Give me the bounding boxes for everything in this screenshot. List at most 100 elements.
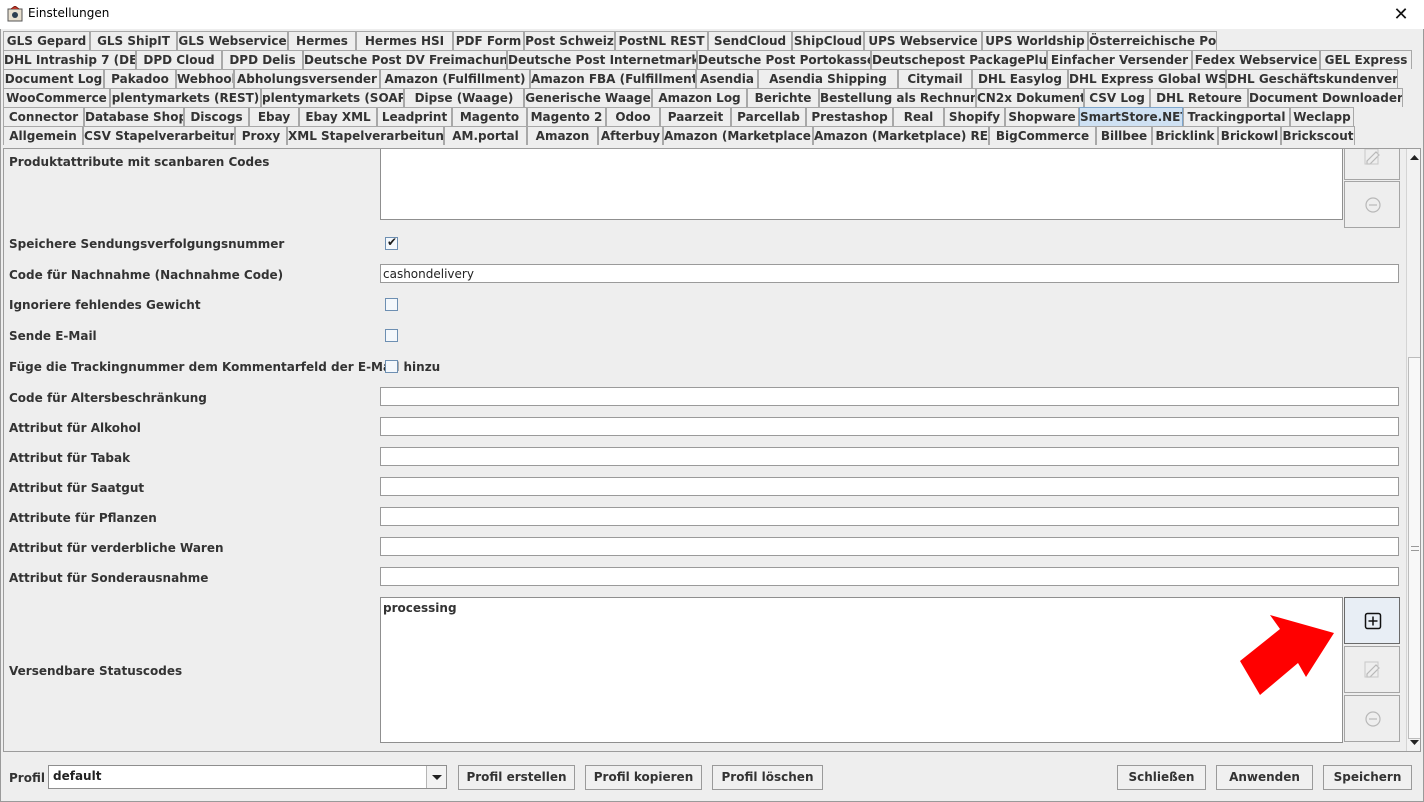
- tab-ebay[interactable]: Ebay: [249, 107, 299, 126]
- dropdown-button[interactable]: [426, 766, 446, 788]
- tab-billbee[interactable]: Billbee: [1096, 126, 1152, 145]
- speichern-button[interactable]: Speichern: [1323, 765, 1412, 790]
- tab-dipse-waage[interactable]: Dipse (Waage): [404, 88, 524, 107]
- tab-gls-gepard[interactable]: GLS Gepard: [3, 31, 90, 50]
- tab-shopware[interactable]: Shopware: [1005, 107, 1079, 126]
- tab-trackingportal[interactable]: Trackingportal: [1183, 107, 1290, 126]
- alkohol-input[interactable]: [380, 417, 1399, 436]
- tab-leadprint[interactable]: Leadprint: [377, 107, 452, 126]
- tab-dhl-express-global-ws[interactable]: DHL Express Global WS: [1068, 69, 1226, 88]
- tab-document-log[interactable]: Document Log: [3, 69, 104, 88]
- tab-amazon-marketplace[interactable]: Amazon (Marketplace): [663, 126, 813, 145]
- sonderausnahme-input[interactable]: [380, 567, 1399, 586]
- sende-email-checkbox[interactable]: [385, 329, 398, 342]
- tab-amazon-fulfillment[interactable]: Amazon (Fulfillment): [380, 69, 530, 88]
- tab-brickowl[interactable]: Brickowl: [1218, 126, 1281, 145]
- tab-amazon-marketplace-rest[interactable]: Amazon (Marketplace) REST: [813, 126, 989, 145]
- schliessen-button[interactable]: Schließen: [1117, 765, 1206, 790]
- tab-fedex-webservice[interactable]: Fedex Webservice: [1192, 50, 1320, 69]
- tab-magento-2[interactable]: Magento 2: [527, 107, 606, 126]
- altersbeschraenkung-input[interactable]: [380, 387, 1399, 406]
- tab-connector[interactable]: Connector: [3, 107, 84, 126]
- tab-pdf-form[interactable]: PDF Form: [453, 31, 524, 50]
- ignoriere-gewicht-checkbox[interactable]: [385, 298, 398, 311]
- tab-bricklink[interactable]: Bricklink: [1152, 126, 1218, 145]
- tab-plentymarkets-rest[interactable]: plentymarkets (REST): [110, 88, 261, 107]
- verderbliche-waren-input[interactable]: [380, 537, 1399, 556]
- tab-am-portal[interactable]: AM.portal: [444, 126, 527, 145]
- tab-amazon-fba-fulfillment[interactable]: Amazon FBA (Fulfillment): [530, 69, 696, 88]
- tab-xml-stapelverarbeitung[interactable]: XML Stapelverarbeitung: [287, 126, 444, 145]
- tab-pakadoo[interactable]: Pakadoo: [104, 69, 176, 88]
- tab-weclapp[interactable]: Weclapp: [1290, 107, 1354, 126]
- statuscodes-add-button[interactable]: [1344, 597, 1400, 644]
- tab-dhl-intraship-7-de[interactable]: DHL Intraship 7 (DE): [3, 50, 136, 69]
- tab-hermes[interactable]: Hermes: [288, 31, 356, 50]
- tab-dhl-geschäftskundenversand[interactable]: DHL Geschäftskundenversand: [1226, 69, 1398, 88]
- tab-berichte[interactable]: Berichte: [747, 88, 819, 107]
- tab-real[interactable]: Real: [893, 107, 944, 126]
- nachnahme-code-input[interactable]: cashondelivery: [380, 264, 1399, 283]
- tab-odoo[interactable]: Odoo: [606, 107, 660, 126]
- tab-citymail[interactable]: Citymail: [898, 69, 972, 88]
- tab-allgemein[interactable]: Allgemein: [3, 126, 83, 145]
- tab-deutsche-post-portokasse[interactable]: Deutsche Post Portokasse: [697, 50, 871, 69]
- tab-paarzeit[interactable]: Paarzeit: [660, 107, 731, 126]
- profil-combobox[interactable]: default: [48, 765, 447, 789]
- tab-deutsche-post-dv-freimachung[interactable]: Deutsche Post DV Freimachung: [303, 50, 507, 69]
- tab-sendcloud[interactable]: SendCloud: [708, 31, 792, 50]
- tab-postnl-rest[interactable]: PostNL REST: [615, 31, 708, 50]
- tab-dpd-cloud[interactable]: DPD Cloud: [136, 50, 222, 69]
- tab-gls-shipit[interactable]: GLS ShipIT: [90, 31, 177, 50]
- statuscodes-list[interactable]: processing: [380, 597, 1343, 743]
- tab-parcellab[interactable]: Parcellab: [731, 107, 806, 126]
- statuscodes-remove-button[interactable]: [1344, 695, 1400, 742]
- tab-österreichische-post[interactable]: Österreichische Post: [1088, 31, 1217, 50]
- tab-webhook[interactable]: Webhook: [176, 69, 234, 88]
- tab-woocommerce[interactable]: WooCommerce: [3, 88, 110, 107]
- tab-generische-waage[interactable]: Generische Waage: [524, 88, 652, 107]
- tab-einfacher-versender[interactable]: Einfacher Versender: [1047, 50, 1192, 69]
- tab-abholungsversender[interactable]: Abholungsversender: [234, 69, 380, 88]
- tab-amazon-log[interactable]: Amazon Log: [652, 88, 747, 107]
- tab-dhl-retoure[interactable]: DHL Retoure: [1150, 88, 1248, 107]
- tab-bestellung-als-rechnung[interactable]: Bestellung als Rechnung: [819, 88, 976, 107]
- tab-gel-express[interactable]: GEL Express: [1320, 50, 1412, 69]
- tab-asendia[interactable]: Asendia: [696, 69, 758, 88]
- scrollbar-thumb[interactable]: [1408, 357, 1420, 739]
- tab-post-schweiz[interactable]: Post Schweiz: [524, 31, 615, 50]
- tab-dhl-easylog[interactable]: DHL Easylog: [972, 69, 1068, 88]
- tab-amazon[interactable]: Amazon: [527, 126, 598, 145]
- tabak-input[interactable]: [380, 447, 1399, 466]
- produktattribute-list[interactable]: [380, 149, 1343, 220]
- scroll-up-icon[interactable]: [1408, 151, 1421, 164]
- tab-shipcloud[interactable]: ShipCloud: [792, 31, 864, 50]
- tab-csv-stapelverarbeitung[interactable]: CSV Stapelverarbeitung: [83, 126, 235, 145]
- tab-document-downloader[interactable]: Document Downloader: [1248, 88, 1403, 107]
- tab-brickscout[interactable]: Brickscout: [1281, 126, 1355, 145]
- tab-hermes-hsi[interactable]: Hermes HSI: [356, 31, 453, 50]
- tab-ups-webservice[interactable]: UPS Webservice: [864, 31, 982, 50]
- vertical-scrollbar[interactable]: [1406, 149, 1421, 751]
- tab-asendia-shipping[interactable]: Asendia Shipping: [758, 69, 898, 88]
- scroll-down-icon[interactable]: [1408, 736, 1421, 749]
- profil-kopieren-button[interactable]: Profil kopieren: [585, 765, 702, 790]
- speichere-sendungsnummer-checkbox[interactable]: ✔: [385, 235, 398, 250]
- tab-afterbuy[interactable]: Afterbuy: [598, 126, 663, 145]
- tab-shopify[interactable]: Shopify: [944, 107, 1005, 126]
- tab-ebay-xml[interactable]: Ebay XML: [299, 107, 377, 126]
- tab-bigcommerce[interactable]: BigCommerce: [989, 126, 1096, 145]
- tab-gls-webservice[interactable]: GLS Webservice: [177, 31, 288, 50]
- saatgut-input[interactable]: [380, 477, 1399, 496]
- tab-dpd-delis[interactable]: DPD Delis: [222, 50, 303, 69]
- profil-loeschen-button[interactable]: Profil löschen: [712, 765, 823, 790]
- profil-erstellen-button[interactable]: Profil erstellen: [458, 765, 575, 790]
- tab-deutschepost-packageplus[interactable]: Deutschepost PackagePlus: [871, 50, 1047, 69]
- tab-prestashop[interactable]: Prestashop: [806, 107, 893, 126]
- tab-magento[interactable]: Magento: [452, 107, 527, 126]
- statuscodes-edit-button[interactable]: [1344, 646, 1400, 693]
- tab-deutsche-post-internetmarke[interactable]: Deutsche Post Internetmarke: [507, 50, 697, 69]
- close-button[interactable]: ✕: [1378, 0, 1424, 29]
- tab-database-shop[interactable]: Database Shop: [84, 107, 184, 126]
- anwenden-button[interactable]: Anwenden: [1216, 765, 1313, 790]
